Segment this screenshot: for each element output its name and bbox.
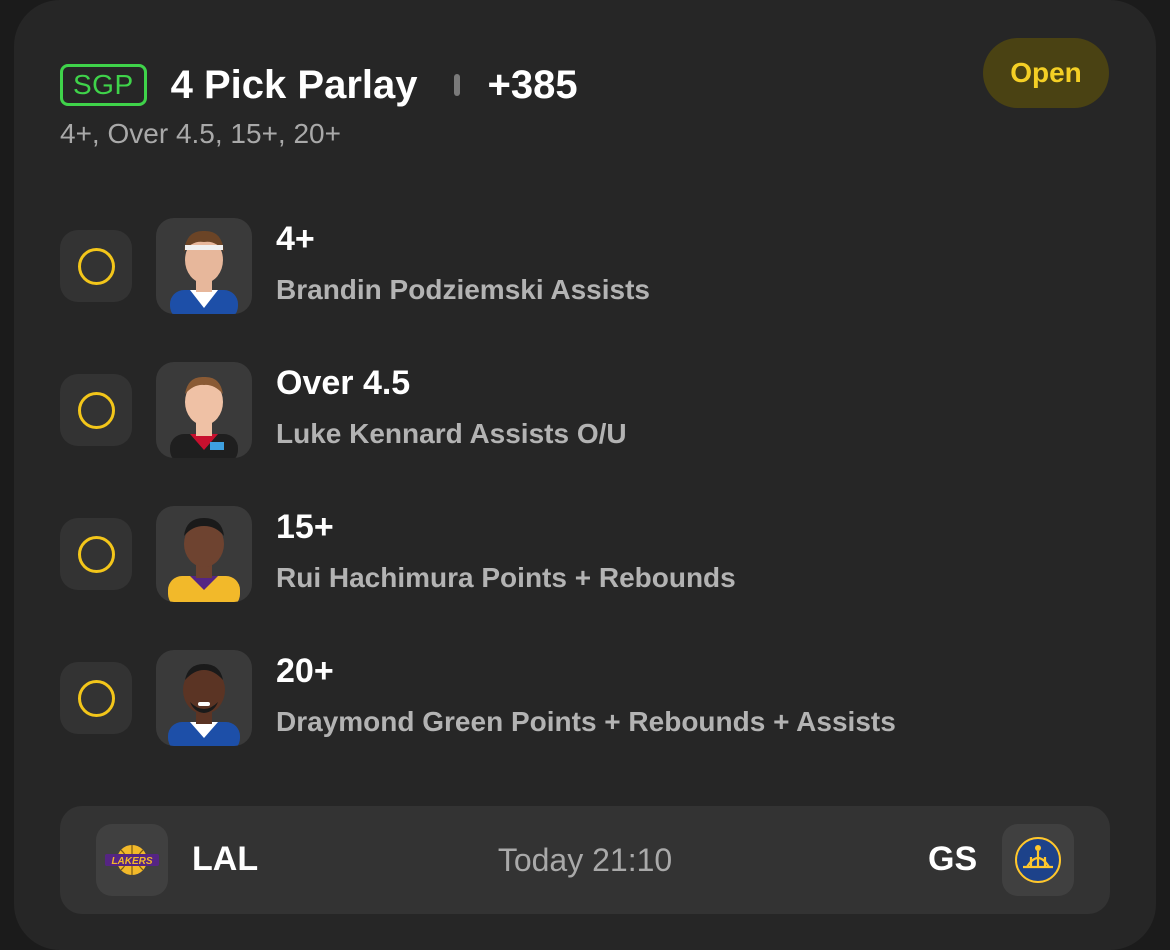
pick-description: Rui Hachimura Points + Rebounds bbox=[276, 562, 736, 593]
parlay-summary: 4+, Over 4.5, 15+, 20+ bbox=[60, 118, 341, 149]
player-avatar bbox=[156, 650, 252, 746]
parlay-header: SGP 4 Pick Parlay +385 4+, Over 4.5, 15+… bbox=[60, 60, 1116, 150]
player-avatar bbox=[156, 362, 252, 458]
status-open-button[interactable]: Open bbox=[983, 38, 1109, 108]
radio-circle-icon bbox=[77, 391, 115, 429]
pick-description: Brandin Podziemski Assists bbox=[276, 274, 650, 305]
pick-row[interactable]: 20+ Draymond Green Points + Rebounds + A… bbox=[60, 650, 1060, 746]
player-headshot-icon bbox=[168, 518, 240, 602]
pick-description: Draymond Green Points + Rebounds + Assis… bbox=[276, 706, 896, 737]
parlay-title: 4 Pick Parlay bbox=[170, 62, 418, 107]
pick-line: Over 4.5 bbox=[276, 364, 411, 402]
pick-radio-button[interactable] bbox=[60, 374, 132, 446]
pick-line: 20+ bbox=[276, 652, 334, 690]
pick-row[interactable]: 15+ Rui Hachimura Points + Rebounds bbox=[60, 506, 1060, 602]
title-row: SGP 4 Pick Parlay +385 bbox=[60, 60, 1116, 110]
away-team-abbr: GS bbox=[928, 840, 978, 878]
pick-row[interactable]: 4+ Brandin Podziemski Assists bbox=[60, 218, 1060, 314]
pick-line: 15+ bbox=[276, 508, 334, 546]
parlay-odds: +385 bbox=[487, 62, 578, 107]
radio-circle-icon bbox=[77, 679, 115, 717]
game-footer[interactable]: LAKERS LAL Today 21:10 GS bbox=[60, 806, 1110, 914]
warriors-logo-icon bbox=[1002, 824, 1074, 896]
player-headshot-icon bbox=[170, 230, 238, 314]
player-headshot-icon bbox=[170, 376, 238, 458]
radio-circle-icon bbox=[77, 535, 115, 573]
pick-line: 4+ bbox=[276, 220, 315, 258]
pick-radio-button[interactable] bbox=[60, 230, 132, 302]
player-avatar bbox=[156, 506, 252, 602]
pick-radio-button[interactable] bbox=[60, 662, 132, 734]
title-separator bbox=[453, 74, 460, 96]
pick-description: Luke Kennard Assists O/U bbox=[276, 418, 627, 449]
pick-radio-button[interactable] bbox=[60, 518, 132, 590]
sgp-badge: SGP bbox=[60, 64, 147, 106]
pick-row[interactable]: Over 4.5 Luke Kennard Assists O/U bbox=[60, 362, 1060, 458]
player-avatar bbox=[156, 218, 252, 314]
radio-circle-icon bbox=[77, 247, 115, 285]
player-headshot-icon bbox=[168, 664, 240, 746]
parlay-card[interactable]: SGP 4 Pick Parlay +385 4+, Over 4.5, 15+… bbox=[14, 0, 1156, 950]
